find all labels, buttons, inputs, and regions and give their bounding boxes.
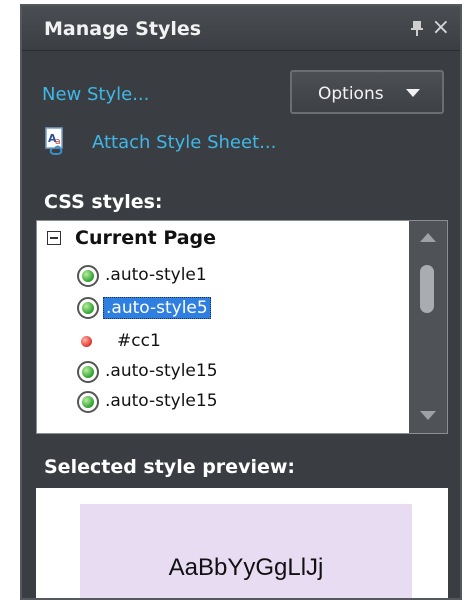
collapse-icon[interactable]: [47, 231, 61, 245]
preview-swatch: AaBbYyGgLlJj: [80, 504, 412, 598]
style-name: .auto-style5: [103, 297, 211, 319]
close-icon[interactable]: ×: [432, 14, 450, 42]
options-button[interactable]: Options: [290, 70, 444, 114]
style-name: .auto-style15: [105, 391, 218, 411]
current-page-group[interactable]: Current Page: [37, 221, 409, 257]
style-item[interactable]: .auto-style15: [67, 357, 409, 387]
style-name: .auto-style15: [105, 361, 218, 381]
css-styles-label: CSS styles:: [44, 191, 163, 213]
style-preview-box: AaBbYyGgLlJj: [36, 488, 448, 598]
red-dot-icon: [81, 336, 92, 347]
green-circle-icon: [77, 391, 99, 413]
style-item-selected[interactable]: .auto-style5: [67, 293, 409, 323]
vertical-scrollbar[interactable]: [409, 221, 447, 433]
selected-style-preview-label: Selected style preview:: [44, 456, 295, 478]
chevron-down-icon: [406, 89, 420, 97]
manage-styles-panel: Manage Styles × New Style... Options A a…: [20, 4, 462, 600]
panel-title: Manage Styles: [44, 18, 202, 40]
green-circle-icon: [77, 297, 99, 319]
svg-text:a: a: [55, 137, 61, 147]
scroll-thumb[interactable]: [420, 265, 434, 313]
scroll-down-icon[interactable]: [420, 411, 436, 420]
style-item[interactable]: .auto-style1: [67, 261, 409, 291]
attach-style-sheet-link[interactable]: Attach Style Sheet...: [92, 132, 276, 153]
options-button-label: Options: [318, 84, 384, 104]
style-name: #cc1: [117, 331, 161, 351]
panel-titlebar: Manage Styles ×: [22, 6, 460, 51]
green-circle-icon: [77, 361, 99, 383]
preview-sample-text: AaBbYyGgLlJj: [168, 554, 324, 581]
scroll-up-icon[interactable]: [420, 233, 436, 242]
style-item[interactable]: #cc1: [67, 327, 409, 357]
style-item[interactable]: .auto-style15: [67, 387, 409, 417]
new-style-link[interactable]: New Style...: [42, 84, 149, 105]
css-styles-list[interactable]: Current Page .auto-style1 .auto-style5 #…: [36, 220, 448, 434]
style-name: .auto-style1: [105, 265, 207, 285]
group-label: Current Page: [75, 227, 217, 249]
green-circle-icon: [77, 265, 99, 287]
attach-stylesheet-icon[interactable]: A a: [44, 126, 70, 156]
pin-icon[interactable]: [410, 20, 424, 36]
